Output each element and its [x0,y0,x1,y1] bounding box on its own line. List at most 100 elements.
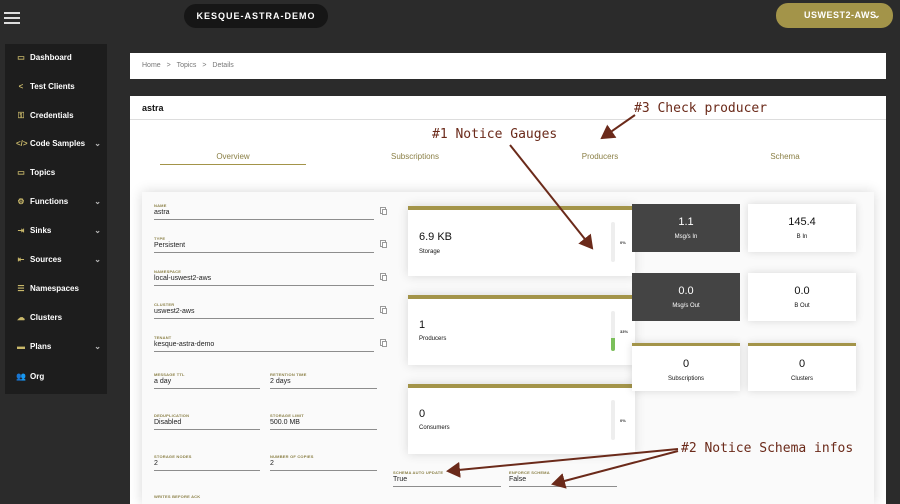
field-value: 2 days [270,378,291,385]
field-value: True [393,476,408,483]
folder-icon: ▭ [17,168,25,177]
field-value: 2 [154,460,158,467]
field-label: NAMESPACE [154,269,182,274]
cluster-name-pill[interactable]: KESQUE-ASTRA-DEMO [184,4,328,28]
subscriptions-stat: 0 Subscriptions [632,343,740,391]
breadcrumb-home[interactable]: Home [142,62,161,69]
sidebar-item-namespaces[interactable]: ☰ Namespaces [5,279,107,299]
field-value: Persistent [154,242,186,249]
tab-overview[interactable]: Overview [160,152,306,165]
copy-icon[interactable] [380,339,387,347]
field-label: CLUSTER [154,302,175,307]
sidebar-item-credentials[interactable]: ⚿ Credentials [5,106,107,126]
chevron-down-icon: ⌄ [94,197,101,206]
field-label: WRITES BEFORE ACK [154,494,201,499]
copy-icon[interactable] [380,207,387,215]
sidebar-item-org[interactable]: 👥 Org [5,367,107,387]
sidebar-item-label: Code Samples [30,139,86,148]
copy-icon[interactable] [380,273,387,281]
stat-value: 0.0 [794,285,810,297]
sidebar-item-label: Plans [30,342,52,351]
sidebar-item-plans[interactable]: ▬ Plans ⌄ [5,337,107,357]
sidebar-item-functions[interactable]: ⚙ Functions ⌄ [5,192,107,212]
chevron-down-icon: ⌄ [872,10,881,20]
gauge-value: 0 [419,408,426,420]
field-value: local-uswest2-aws [154,275,212,282]
stat-value: 145.4 [788,216,816,228]
sidebar-item-dashboard[interactable]: ▭ Dashboard [5,48,107,68]
code-icon: </> [16,139,28,148]
producers-gauge-fill [611,337,615,351]
field-value: a day [154,378,172,385]
key-icon: ⚿ [17,111,25,120]
field-label: SCHEMA AUTO UPDATE [393,470,444,475]
field-label: STORAGE NODES [154,454,192,459]
menu-toggle-icon[interactable] [4,9,20,25]
sidebar-item-label: Functions [30,197,69,206]
sign-out-icon: ⇤ [17,255,25,264]
tab-schema[interactable]: Schema [712,152,858,165]
stat-label: Clusters [790,376,813,382]
gauge-label: Producers [419,336,447,342]
sidebar: ▭ Dashboard < Test Clients ⚿ Credentials… [5,44,107,394]
breadcrumb-separator: > [202,62,207,69]
gauge-label: Consumers [419,425,450,431]
stat-value: 0 [682,358,690,370]
field-value: 2 [270,460,274,467]
breadcrumb: Home > Topics > Details [130,53,886,79]
sidebar-item-label: Credentials [30,111,74,120]
bytes-in-stat: 145.4 B In [748,204,856,252]
field-value: astra [154,209,170,216]
storage-gauge-bar [611,222,615,262]
stat-value: 0.0 [678,285,694,297]
storage-gauge-card: 6.9 KB Storage 0% [408,206,635,276]
stat-value: 1.1 [678,216,694,228]
sidebar-item-code-samples[interactable]: </> Code Samples ⌄ [5,134,107,154]
consumers-gauge-card: 0 Consumers 0% [408,384,635,454]
stat-label: Msg/s In [674,234,698,240]
sidebar-item-test-clients[interactable]: < Test Clients [5,77,107,97]
gauge-value: 6.9 KB [419,231,453,243]
sidebar-item-label: Topics [30,168,56,177]
region-label: USWEST2-AWS [804,10,877,20]
page-title: astra [142,103,164,113]
sidebar-item-topics[interactable]: ▭ Topics [5,163,107,183]
cloud-icon: ☁ [17,313,25,322]
stat-value: 0 [798,358,806,370]
share-icon: < [18,82,24,91]
tab-subscriptions[interactable]: Subscriptions [342,152,488,165]
field-label: DEDUPLICATION [154,413,190,418]
gauge-percent: 0% [620,418,626,423]
msgs-out-stat: 0.0 Msg/s Out [632,273,740,321]
region-dropdown-button[interactable]: USWEST2-AWS ⌄ [776,3,893,28]
sidebar-item-label: Sources [30,255,62,264]
sign-in-icon: ⇥ [17,226,25,235]
tab-producers[interactable]: Producers [527,152,673,165]
breadcrumb-topics[interactable]: Topics [177,62,197,69]
sidebar-item-label: Org [30,372,45,381]
copy-icon[interactable] [380,240,387,248]
chevron-down-icon: ⌄ [94,226,101,235]
users-icon: 👥 [16,372,26,381]
msgs-in-stat: 1.1 Msg/s In [632,204,740,252]
field-label: ENFORCE SCHEMA [509,470,550,475]
chevron-down-icon: ⌄ [94,342,101,351]
clusters-stat: 0 Clusters [748,343,856,391]
sidebar-item-label: Sinks [30,226,52,235]
sidebar-item-sinks[interactable]: ⇥ Sinks ⌄ [5,221,107,241]
sidebar-item-label: Clusters [30,313,63,322]
top-bar: KESQUE-ASTRA-DEMO USWEST2-AWS ⌄ [0,0,900,34]
cogs-icon: ⚙ [17,197,25,206]
field-value: uswest2-aws [154,308,195,315]
copy-icon[interactable] [380,306,387,314]
annotation-notice-gauges: #1 Notice Gauges [432,127,558,142]
sidebar-item-label: Test Clients [30,82,75,91]
chevron-down-icon: ⌄ [94,255,101,264]
card-icon: ▬ [17,342,25,351]
producers-gauge-bar [611,311,615,351]
breadcrumb-details: Details [212,62,234,69]
sidebar-item-sources[interactable]: ⇤ Sources ⌄ [5,250,107,270]
sidebar-item-clusters[interactable]: ☁ Clusters [5,308,107,328]
field-value: Disabled [154,419,182,426]
sidebar-item-label: Dashboard [30,53,72,62]
